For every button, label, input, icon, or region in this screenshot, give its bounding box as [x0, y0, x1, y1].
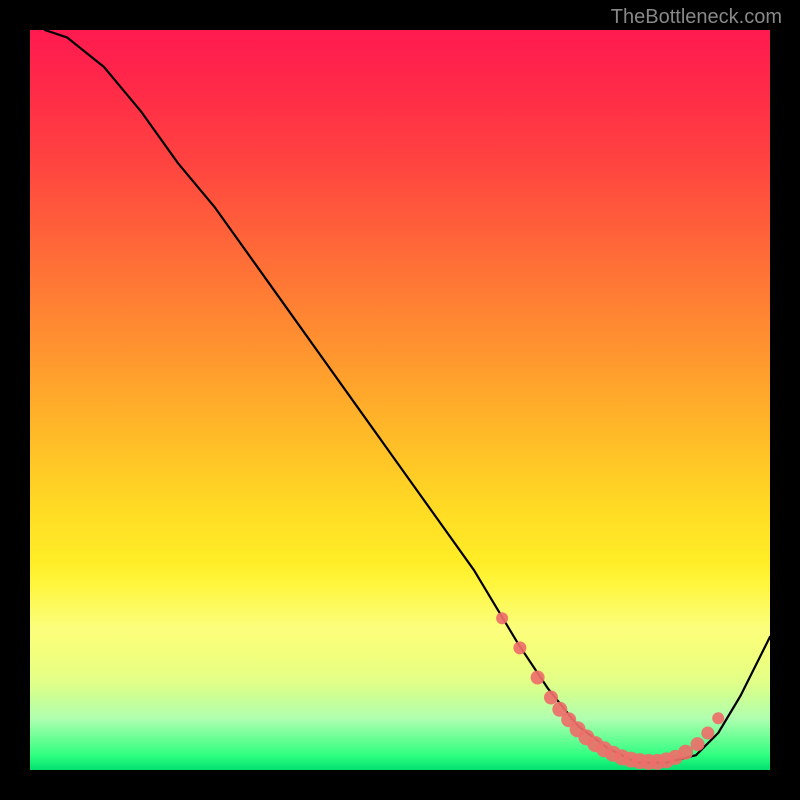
chart-svg [30, 30, 770, 770]
marker-dot [712, 712, 724, 724]
marker-dot [513, 641, 526, 654]
marker-dot [701, 727, 714, 740]
marker-dot [678, 745, 693, 760]
marker-dot [531, 671, 545, 685]
chart-area [30, 30, 770, 770]
curve-line [45, 30, 770, 763]
marker-dot [544, 691, 558, 705]
curve-line-group [45, 30, 770, 763]
marker-dot [691, 737, 705, 751]
marker-dot [496, 612, 508, 624]
watermark-text: TheBottleneck.com [611, 6, 782, 29]
marker-dots-group [496, 612, 724, 770]
